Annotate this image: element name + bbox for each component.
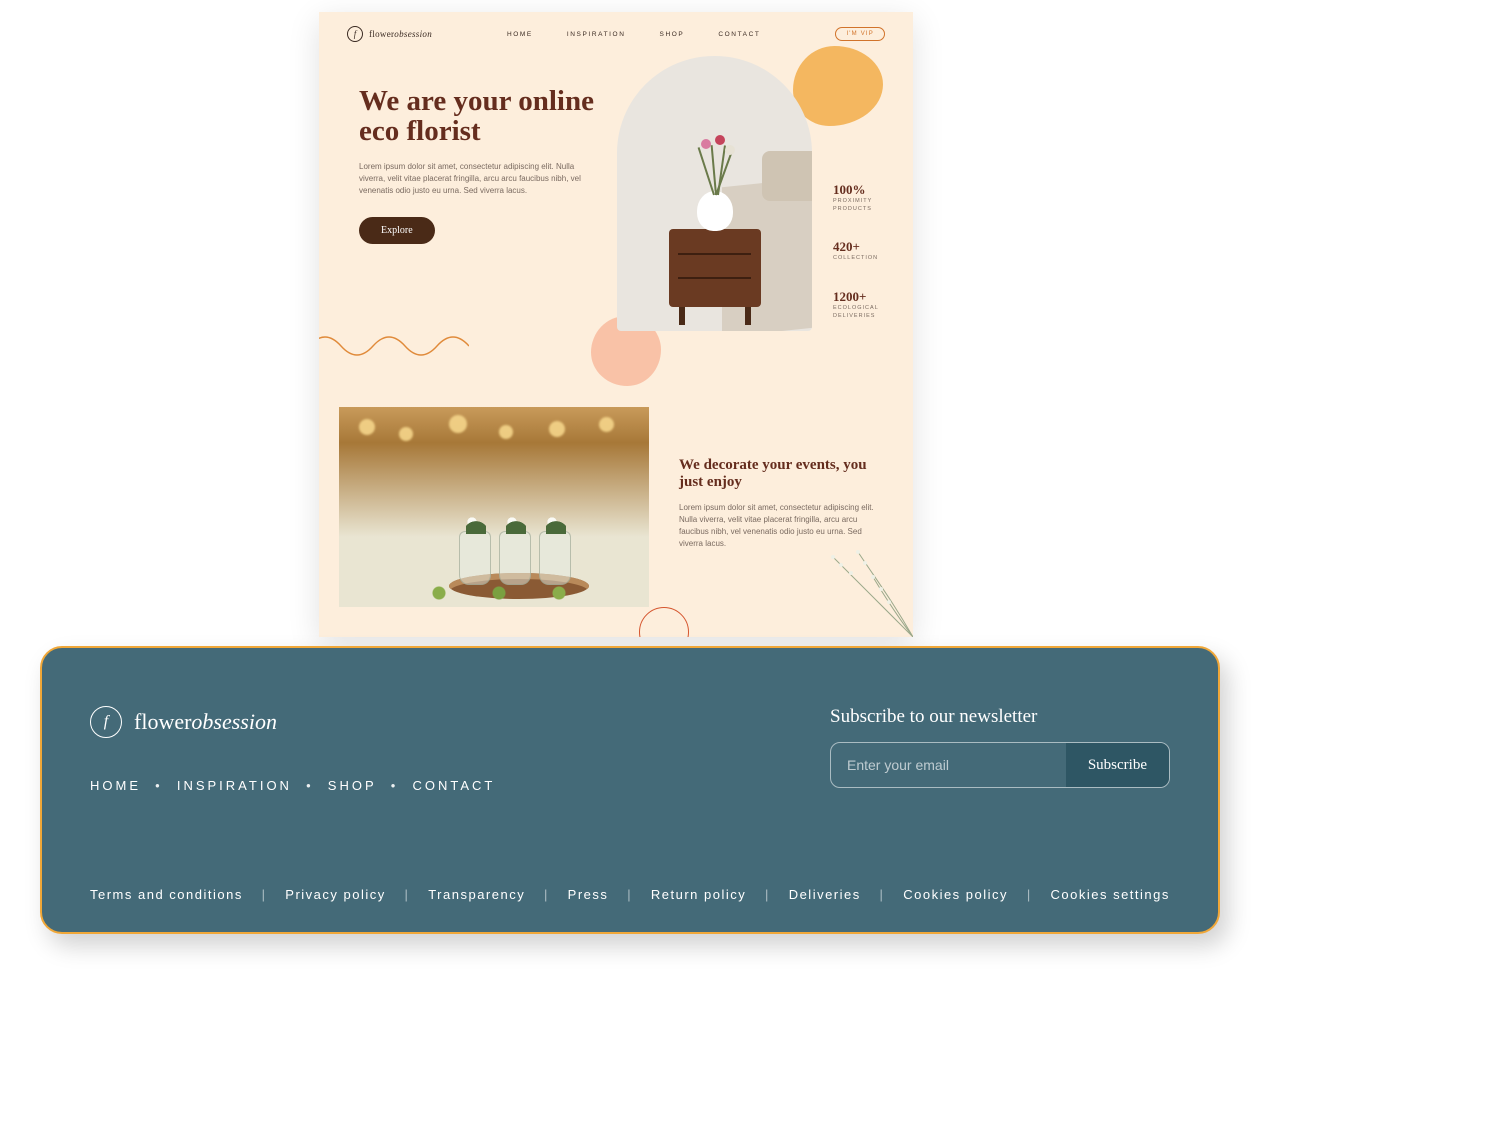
stat-collection: 420+ COLLECTION — [833, 239, 893, 263]
nav-inspiration[interactable]: INSPIRATION — [567, 31, 626, 38]
sep-icon: | — [262, 887, 267, 902]
legal-terms[interactable]: Terms and conditions — [90, 887, 243, 902]
footer-card: f flowerobsession HOME ● INSPIRATION ● SHO… — [40, 646, 1220, 934]
stat-label: ECOLOGICAL DELIVERIES — [833, 305, 893, 320]
nav-shop[interactable]: SHOP — [660, 31, 685, 38]
nav-home[interactable]: HOME — [507, 31, 533, 38]
footer-left: f flowerobsession HOME ● INSPIRATION ● SHO… — [90, 706, 495, 793]
sep-icon: | — [765, 887, 770, 902]
blob-orange-icon — [793, 46, 883, 126]
stat-deliveries: 1200+ ECOLOGICAL DELIVERIES — [833, 289, 893, 320]
newsletter-email-input[interactable] — [831, 743, 1066, 787]
newsletter: Subscribe to our newsletter Subscribe — [830, 706, 1170, 788]
stat-label: PROXIMITY PRODUCTS — [833, 198, 893, 213]
newsletter-form: Subscribe — [830, 742, 1170, 788]
hero-body: Lorem ipsum dolor sit amet, consectetur … — [359, 161, 589, 197]
squiggle-icon — [319, 326, 469, 366]
legal-deliveries[interactable]: Deliveries — [789, 887, 861, 902]
legal-press[interactable]: Press — [568, 887, 609, 902]
legal-transparency[interactable]: Transparency — [428, 887, 525, 902]
footer-top: f flowerobsession HOME ● INSPIRATION ● SHO… — [90, 706, 1170, 793]
brand-logo[interactable]: f flowerobsession — [347, 26, 432, 42]
dot-icon: ● — [306, 781, 314, 790]
stats-column: 100% PROXIMITY PRODUCTS 420+ COLLECTION … — [833, 182, 893, 320]
sep-icon: | — [627, 887, 632, 902]
footer-nav-inspiration[interactable]: INSPIRATION — [177, 778, 292, 793]
stat-value: 100% — [833, 182, 893, 198]
legal-cookies-settings[interactable]: Cookies settings — [1051, 887, 1170, 902]
stat-label: COLLECTION — [833, 255, 893, 263]
hero-title: We are your online eco florist — [359, 86, 609, 147]
logo-mark-icon: f — [90, 706, 122, 738]
brand-name: flowerobsession — [134, 709, 277, 735]
sep-icon: | — [405, 887, 410, 902]
dot-icon: ● — [155, 781, 163, 790]
hero-image — [617, 56, 812, 331]
vip-button[interactable]: I'M VIP — [835, 27, 885, 41]
events-image — [339, 407, 649, 607]
newsletter-title: Subscribe to our newsletter — [830, 706, 1170, 728]
sep-icon: | — [544, 887, 549, 902]
footer-nav: HOME ● INSPIRATION ● SHOP ● CONTACT — [90, 778, 495, 793]
events-title: We decorate your events, you just enjoy — [679, 457, 879, 492]
sep-icon: | — [880, 887, 885, 902]
stat-proximity: 100% PROXIMITY PRODUCTS — [833, 182, 893, 213]
subscribe-button[interactable]: Subscribe — [1066, 743, 1169, 787]
footer-logo[interactable]: f flowerobsession — [90, 706, 495, 738]
logo-mark-icon: f — [347, 26, 363, 42]
legal-returns[interactable]: Return policy — [651, 887, 746, 902]
sep-icon: | — [1027, 887, 1032, 902]
stat-value: 420+ — [833, 239, 893, 255]
legal-cookies[interactable]: Cookies policy — [903, 887, 1008, 902]
sprig-icon — [803, 547, 913, 637]
legal-links: Terms and conditions | Privacy policy | Tr… — [90, 887, 1170, 902]
ring-icon — [639, 607, 689, 637]
stat-value: 1200+ — [833, 289, 893, 305]
footer-nav-contact[interactable]: CONTACT — [412, 778, 495, 793]
events-copy: We decorate your events, you just enjoy … — [679, 457, 879, 550]
footer-nav-shop[interactable]: SHOP — [328, 778, 377, 793]
hero-section: We are your online eco florist Lorem ips… — [319, 56, 913, 386]
brand-name: flowerobsession — [369, 29, 432, 39]
events-section: We decorate your events, you just enjoy … — [319, 407, 913, 637]
legal-privacy[interactable]: Privacy policy — [285, 887, 385, 902]
dot-icon: ● — [391, 781, 399, 790]
explore-button[interactable]: Explore — [359, 217, 435, 244]
primary-nav: HOME INSPIRATION SHOP CONTACT — [464, 31, 803, 38]
landing-card: f flowerobsession HOME INSPIRATION SHOP … — [319, 12, 913, 637]
events-body: Lorem ipsum dolor sit amet, consectetur … — [679, 502, 879, 550]
footer-nav-home[interactable]: HOME — [90, 778, 141, 793]
nav-contact[interactable]: CONTACT — [718, 31, 760, 38]
